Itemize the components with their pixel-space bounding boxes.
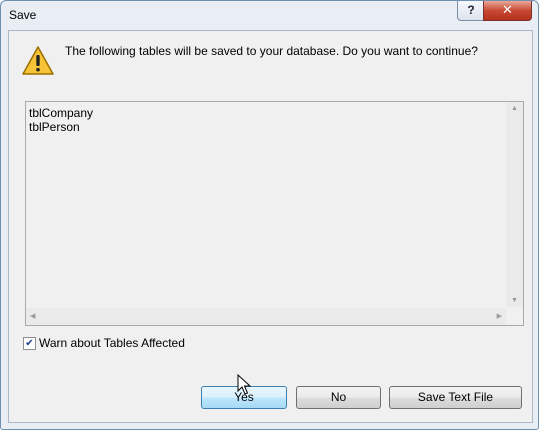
close-button[interactable]: ✕ [483, 1, 532, 21]
warn-tables-affected-label[interactable]: Warn about Tables Affected [39, 336, 185, 350]
dialog-body: The following tables will be saved to yo… [8, 30, 533, 423]
title-bar[interactable]: Save ? ✕ [1, 1, 538, 29]
list-item[interactable]: tblPerson [29, 120, 93, 134]
help-button[interactable]: ? [457, 1, 485, 21]
horizontal-scrollbar[interactable]: ◀ ▶ [26, 308, 506, 325]
scroll-right-icon[interactable]: ▶ [497, 312, 502, 320]
list-item[interactable]: tblCompany [29, 106, 93, 120]
tables-listbox[interactable]: tblCompany tblPerson ▲ ▼ ◀ ▶ [25, 101, 524, 326]
scroll-down-icon[interactable]: ▼ [511, 297, 518, 304]
confirmation-message: The following tables will be saved to yo… [65, 44, 478, 58]
save-text-file-button[interactable]: Save Text File [389, 386, 522, 409]
mouse-pointer-icon [237, 374, 251, 395]
warn-tables-affected-checkbox[interactable]: ✔ [23, 337, 36, 350]
save-dialog-window: Save ? ✕ The following tables will be sa… [0, 0, 539, 430]
scrollbar-corner [506, 308, 523, 325]
vertical-scrollbar[interactable]: ▲ ▼ [506, 102, 523, 307]
scroll-up-icon[interactable]: ▲ [511, 105, 518, 112]
tables-list: tblCompany tblPerson [29, 106, 93, 134]
window-title: Save [9, 8, 37, 22]
scroll-left-icon[interactable]: ◀ [30, 312, 35, 320]
no-button[interactable]: No [296, 386, 381, 409]
warning-icon [22, 46, 54, 75]
